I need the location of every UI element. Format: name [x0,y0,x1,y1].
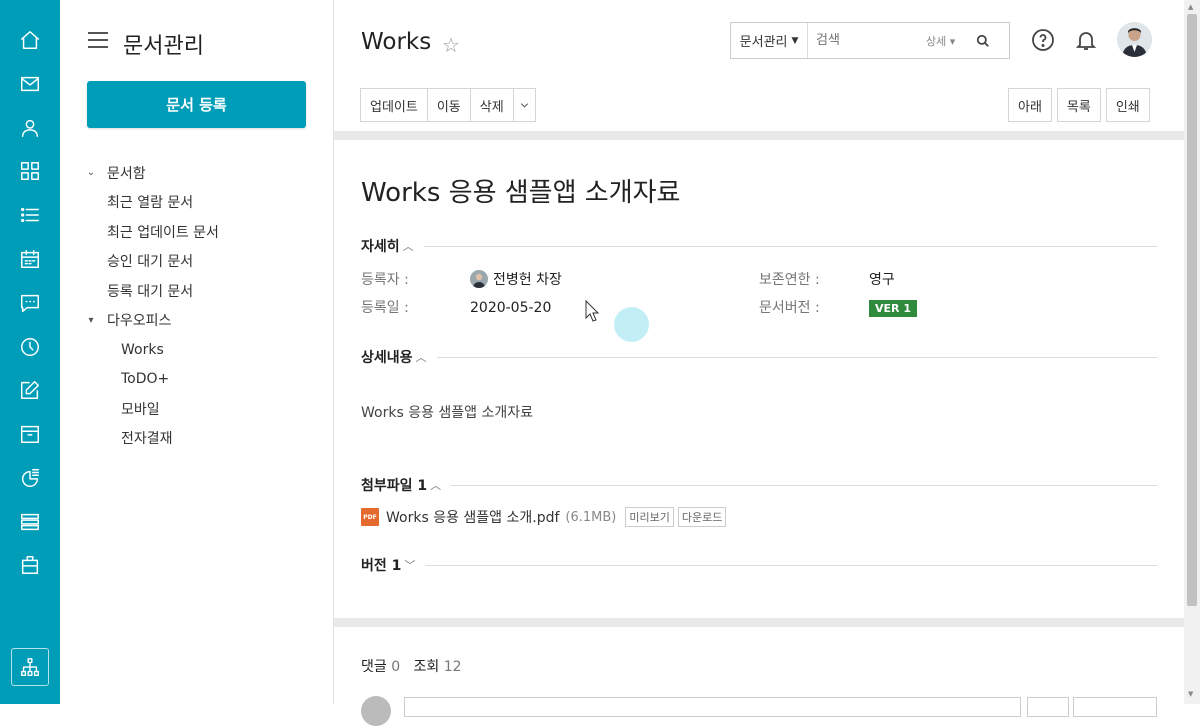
chevron-down-icon[interactable]: ﹀ [404,557,415,573]
chevron-down-icon[interactable]: ⌄ [84,167,98,178]
document-sidebar: 문서관리 문서 등록 ⌄ 문서함 최근 열람 문서 최근 업데이트 문서 승인 대… [60,0,334,704]
mail-icon[interactable] [18,72,42,96]
comment-composer [361,696,1161,726]
move-button[interactable]: 이동 [426,88,471,122]
delete-button[interactable]: 삭제 [469,88,514,122]
tree-item-recent-updated[interactable]: 최근 업데이트 문서 [84,217,219,247]
tree-item-mobile[interactable]: 모바일 [84,394,219,424]
search-detail-toggle[interactable]: 상세 ▾ [926,33,968,49]
avatar [470,270,488,288]
search-scope-select[interactable]: 문서관리 ▼ [731,23,808,58]
attachment-filename[interactable]: Works 응용 샘플앱 소개.pdf [386,507,559,527]
mouse-cursor-icon [585,299,600,326]
detail-section-header[interactable]: 자세히 ︿ [361,236,1157,256]
tree-item-works[interactable]: Works [84,335,219,365]
tree-item-approval-pending[interactable]: 승인 대기 문서 [84,247,219,277]
registrant-name[interactable]: 전병헌 차장 [493,272,562,288]
version-field: 문서버전 : VER 1 [759,297,917,317]
sidebar-title: 문서관리 [123,34,204,59]
document-stats: 댓글 0 조회 12 [361,659,462,675]
version-badge: VER 1 [869,300,917,317]
print-button[interactable]: 인쇄 [1105,88,1150,122]
chevron-up-icon[interactable]: ︿ [430,477,441,493]
submit-comment-button[interactable] [1073,697,1157,717]
search-bar: 문서관리▼ 상세 ▾ [730,22,1010,59]
folder-tree: ⌄ 문서함 최근 열람 문서 최근 업데이트 문서 승인 대기 문서 등록 대기 … [84,158,219,453]
page-title: Works [361,29,432,55]
search-input[interactable] [808,33,926,48]
chevron-down-icon[interactable] [512,88,536,122]
chat-icon[interactable] [18,291,42,315]
comment-input[interactable] [404,697,1021,717]
tree-item-todo[interactable]: ToDO+ [84,365,219,395]
tree-item-register-pending[interactable]: 등록 대기 문서 [84,276,219,306]
main-content: Works ☆ 문서관리▼ 상세 ▾ 업데이트 이동 삭제 아래 목록 인쇄 W… [334,0,1184,726]
preview-button[interactable]: 미리보기 [625,507,674,527]
nav-toolbar: 아래 목록 인쇄 [1003,88,1150,122]
retention-field: 보존연한 : 영구 [759,272,895,288]
action-toolbar: 업데이트 이동 삭제 [360,88,536,122]
date-field: 등록일 :2020-05-20 [361,300,552,316]
tree-item-docbox[interactable]: ⌄ 문서함 [84,158,219,188]
update-button[interactable]: 업데이트 [360,88,428,122]
download-button[interactable]: 다운로드 [677,507,727,527]
scroll-down-icon[interactable]: ▼ [1188,690,1193,698]
list-icon[interactable] [18,203,42,227]
clock-icon[interactable] [18,335,42,359]
board-icon[interactable] [18,510,42,534]
divider [334,618,1184,627]
chevron-up-icon[interactable]: ︿ [416,349,427,365]
person-icon[interactable] [18,116,42,140]
caret-down-icon: ▼ [791,35,799,46]
chevron-up-icon[interactable]: ︿ [403,238,414,254]
tree-item-approval[interactable]: 전자결재 [84,424,219,454]
attachment-item: PDF Works 응용 샘플앱 소개.pdf (6.1MB) 미리보기 다운로… [361,507,727,527]
document-content: Works 응용 샘플앱 소개자료 [361,405,534,421]
version-section-header[interactable]: 버전 1 ﹀ [361,555,1157,575]
home-icon[interactable] [18,28,42,52]
avatar [361,696,391,726]
org-chart-icon[interactable] [11,648,49,686]
tree-item-recent-viewed[interactable]: 최근 열람 문서 [84,188,219,218]
scrollbar[interactable]: ▲ ▼ [1184,0,1200,704]
star-icon[interactable]: ☆ [442,33,460,57]
edit-icon[interactable] [18,378,42,402]
list-button[interactable]: 목록 [1056,88,1101,122]
tree-item-daouoffice[interactable]: ▾ 다우오피스 [84,306,219,336]
survey-icon[interactable] [18,466,42,490]
hamburger-icon[interactable] [88,32,108,48]
app-rail [0,0,60,704]
scrollbar-thumb[interactable] [1187,14,1197,606]
register-document-button[interactable]: 문서 등록 [87,81,306,128]
avatar[interactable] [1117,22,1152,57]
calendar-icon[interactable] [18,247,42,271]
bell-icon[interactable] [1073,27,1099,53]
document-title: Works 응용 샘플앱 소개자료 [361,178,681,208]
archive-icon[interactable] [18,422,42,446]
divider [334,131,1184,140]
search-icon[interactable] [968,34,998,48]
briefcase-icon[interactable] [18,553,42,577]
attachment-section-header[interactable]: 첨부파일 1 ︿ [361,475,1157,495]
grid-icon[interactable] [18,159,42,183]
attach-button[interactable] [1027,697,1069,717]
scroll-up-icon[interactable]: ▲ [1188,3,1193,11]
registrant-field: 등록자 : 전병헌 차장 [361,270,562,288]
click-indicator [614,307,649,342]
down-button[interactable]: 아래 [1008,88,1052,122]
help-icon[interactable] [1030,27,1056,53]
pdf-icon: PDF [361,508,379,526]
caret-down-icon[interactable]: ▾ [84,315,98,326]
content-section-header[interactable]: 상세내용 ︿ [361,347,1157,367]
